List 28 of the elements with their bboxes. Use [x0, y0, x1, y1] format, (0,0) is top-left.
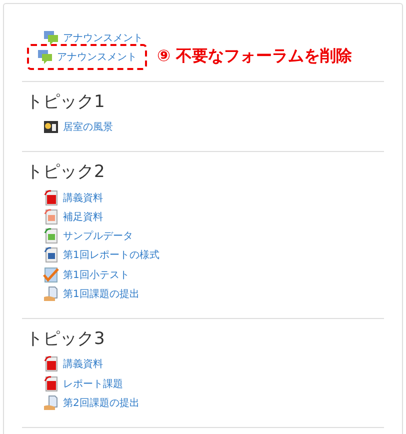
activity-link[interactable]: レポート課題 [63, 376, 123, 391]
pdf-file-icon [43, 376, 59, 392]
section-title: トピック3 [26, 328, 106, 351]
image-file-icon [43, 208, 59, 225]
activity-link[interactable]: サンプルデータ [63, 229, 133, 244]
spreadsheet-file-icon [43, 228, 59, 244]
activity-link[interactable]: 第1回小テスト [63, 268, 130, 282]
forum-icon [37, 48, 53, 65]
film-icon [43, 119, 59, 136]
hand-document-icon [43, 394, 59, 411]
section-title: トピック2 [26, 160, 106, 184]
document-file-icon [43, 247, 59, 264]
annotation-text: ⑨ 不要なフォーラムを削除 [157, 46, 352, 68]
hand-document-icon [43, 286, 59, 302]
activity-link[interactable]: 第1回課題の提出 [63, 287, 140, 302]
activity-link[interactable]: 講義資料 [63, 190, 103, 205]
activity-link[interactable]: 講義資料 [63, 357, 103, 372]
activity-link[interactable]: 補足資料 [63, 210, 103, 224]
section-title: トピック1 [26, 90, 106, 114]
activity-link[interactable]: アナウンスメント [57, 50, 137, 64]
activity-link[interactable]: 第1回レポートの様式 [63, 248, 160, 262]
checkmark-icon [43, 266, 59, 283]
activity-link[interactable]: 第2回課題の提出 [63, 396, 140, 410]
forum-icon [43, 30, 59, 46]
activity-link[interactable]: アナウンスメント [63, 30, 143, 45]
pdf-file-icon [43, 356, 59, 372]
pdf-file-icon [43, 190, 59, 206]
activity-link[interactable]: 居室の風景 [63, 120, 113, 134]
